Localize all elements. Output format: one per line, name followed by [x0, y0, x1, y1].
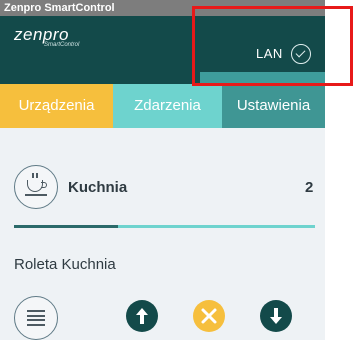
room-divider-dark — [14, 225, 118, 228]
menu-icon — [27, 310, 45, 326]
saucer-shape — [25, 194, 47, 196]
steam-line — [36, 173, 38, 178]
arrow-down-icon — [270, 308, 282, 324]
blind-up-button[interactable] — [126, 300, 158, 332]
zenpro-logo: zenpro SmartControl — [14, 26, 80, 49]
cup-handle-shape — [41, 182, 47, 188]
tab-events[interactable]: Zdarzenia — [113, 84, 222, 128]
room-divider-light — [118, 225, 315, 228]
room-device-count: 2 — [305, 179, 314, 196]
arrow-up-icon — [136, 308, 148, 324]
room-name[interactable]: Kuchnia — [68, 179, 127, 196]
tab-settings[interactable]: Ustawienia — [222, 84, 325, 128]
stop-icon — [201, 308, 217, 324]
logo-sub-text: SmartControl — [44, 42, 80, 48]
blind-down-button[interactable] — [260, 300, 292, 332]
highlight-box — [192, 6, 353, 86]
tab-devices[interactable]: Urządzenia — [0, 84, 113, 128]
menu-button[interactable] — [14, 296, 58, 340]
coffee-cup-icon[interactable] — [14, 165, 58, 209]
blind-stop-button[interactable] — [193, 300, 225, 332]
steam-line — [32, 173, 34, 178]
tab-bar: Urządzenia Zdarzenia Ustawienia — [0, 84, 325, 128]
device-name: Roleta Kuchnia — [14, 256, 116, 273]
